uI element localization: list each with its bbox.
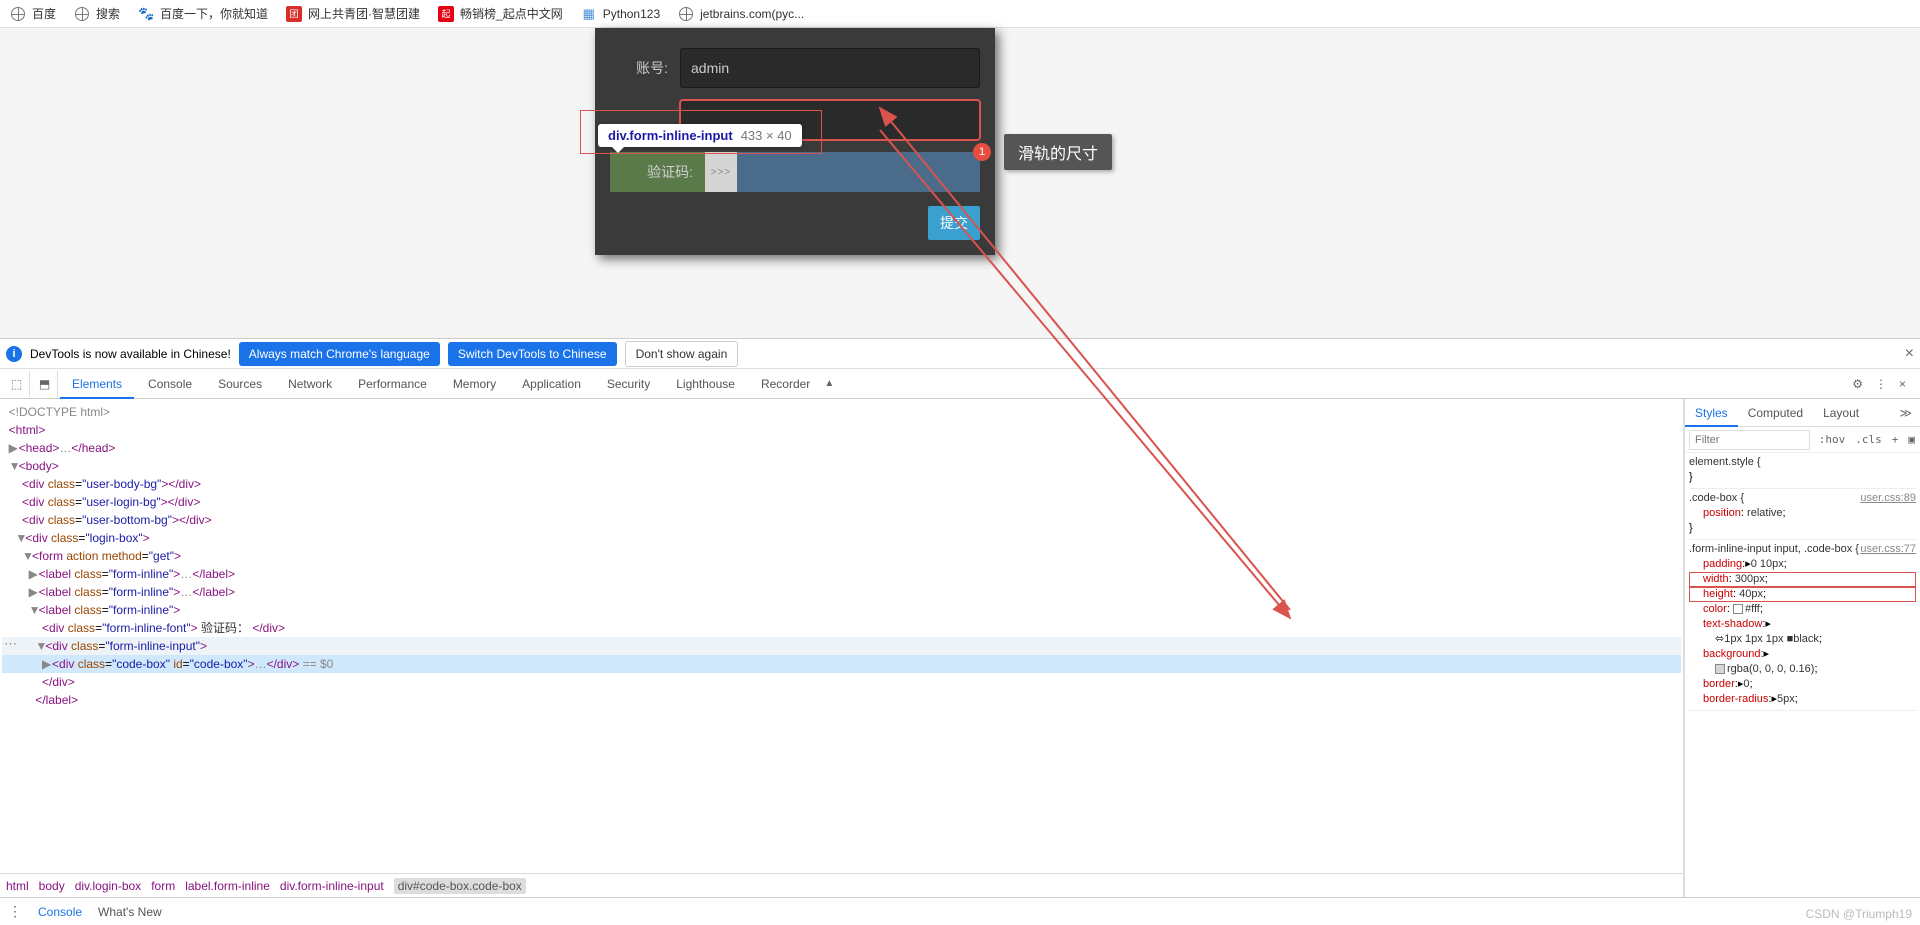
tab-layout[interactable]: Layout	[1813, 399, 1869, 427]
submit-row: 提交	[610, 206, 980, 240]
account-row: 账号:	[610, 48, 980, 88]
crumb[interactable]: label.form-inline	[185, 879, 270, 893]
captcha-label: 验证码:	[610, 162, 705, 182]
tab-performance[interactable]: Performance	[346, 369, 439, 399]
dom-breadcrumbs: html body div.login-box form label.form-…	[0, 873, 1683, 897]
annotation-badge: 1	[973, 143, 991, 161]
tab-styles[interactable]: Styles	[1685, 399, 1738, 427]
banner-text: DevTools is now available in Chinese!	[30, 347, 231, 361]
crumb[interactable]: html	[6, 879, 29, 893]
account-label: 账号:	[610, 58, 680, 78]
globe-icon	[10, 6, 26, 22]
tab-application[interactable]: Application	[510, 369, 593, 399]
bookmark-item[interactable]: 搜索	[74, 5, 120, 22]
crumb[interactable]: body	[39, 879, 65, 893]
rule-source[interactable]: user.css:77	[1860, 542, 1916, 557]
styles-tabs: Styles Computed Layout ≫	[1685, 399, 1920, 427]
tab-elements[interactable]: Elements	[60, 369, 134, 399]
device-icon[interactable]: ⬒	[32, 371, 58, 397]
switch-chinese-button[interactable]: Switch DevTools to Chinese	[448, 342, 617, 366]
tab-security[interactable]: Security	[595, 369, 662, 399]
drawer-tab-whatsnew[interactable]: What's New	[98, 905, 162, 919]
match-language-button[interactable]: Always match Chrome's language	[239, 342, 440, 366]
bookmark-item[interactable]: 🐾 百度一下，你就知道	[138, 5, 268, 22]
rule-selector: .form-inline-input input, .code-box {	[1689, 542, 1859, 557]
bookmark-item[interactable]: 起畅销榜_起点中文网	[438, 5, 563, 22]
settings-icon[interactable]: ⚙	[1852, 377, 1863, 391]
globe-icon	[678, 6, 694, 22]
dom-tree[interactable]: <!DOCTYPE html> <html> ▶<head>…</head> ▼…	[0, 399, 1683, 873]
bookmark-item[interactable]: 百度	[10, 5, 56, 22]
slider-track[interactable]: >>>	[705, 152, 980, 192]
account-input[interactable]	[680, 48, 980, 88]
tab-sources[interactable]: Sources	[206, 369, 274, 399]
tab-recorder[interactable]: Recorder	[749, 369, 822, 399]
bookmark-label: 百度	[32, 5, 56, 22]
devtools: i DevTools is now available in Chinese! …	[0, 338, 1920, 925]
devtools-tabs: ⬚ ⬒ Elements Console Sources Network Per…	[0, 369, 1920, 399]
bookmark-item[interactable]: 团网上共青团·智慧团建	[286, 5, 420, 22]
more-icon[interactable]: ⋮	[1875, 377, 1887, 391]
bookmark-label: 搜索	[96, 5, 120, 22]
devtools-drawer: ⋮ Console What's New	[0, 897, 1920, 925]
slider-handle[interactable]: >>>	[705, 152, 737, 192]
new-rule-icon[interactable]: +	[1887, 433, 1904, 446]
dont-show-button[interactable]: Don't show again	[625, 341, 739, 367]
submit-button[interactable]: 提交	[928, 206, 980, 240]
info-icon: i	[6, 346, 22, 362]
favicon-icon: 团	[286, 6, 302, 22]
styles-filter-input[interactable]	[1689, 430, 1810, 450]
devtools-body: <!DOCTYPE html> <html> ▶<head>…</head> ▼…	[0, 399, 1920, 897]
drawer-tab-console[interactable]: Console	[38, 905, 82, 919]
crumb-current[interactable]: div#code-box.code-box	[394, 878, 526, 894]
styles-panel: Styles Computed Layout ≫ :hov .cls + ▣ e…	[1684, 399, 1920, 897]
rule-source[interactable]: user.css:89	[1860, 491, 1916, 506]
crumb[interactable]: div.login-box	[75, 879, 141, 893]
bookmark-label: 百度一下，你就知道	[160, 5, 268, 22]
bookmark-label: 网上共青团·智慧团建	[308, 5, 420, 22]
inspect-icon[interactable]: ⬚	[4, 371, 30, 397]
dom-panel: <!DOCTYPE html> <html> ▶<head>…</head> ▼…	[0, 399, 1684, 897]
page-viewport: 账号: 验证码: >>> 提交 div.form-inline-input 433…	[0, 28, 1920, 338]
rule-selector: .code-box {	[1689, 491, 1744, 506]
tab-memory[interactable]: Memory	[441, 369, 508, 399]
devtools-banner: i DevTools is now available in Chinese! …	[0, 339, 1920, 369]
favicon-icon: ▦	[581, 6, 597, 22]
tab-network[interactable]: Network	[276, 369, 344, 399]
tab-lighthouse[interactable]: Lighthouse	[664, 369, 747, 399]
globe-icon	[74, 6, 90, 22]
bookmark-item[interactable]: jetbrains.com(pyc...	[678, 6, 804, 22]
close-icon[interactable]: ×	[1899, 377, 1906, 391]
baidu-icon: 🐾	[138, 6, 154, 22]
cls-button[interactable]: .cls	[1850, 433, 1887, 446]
styles-rules[interactable]: element.style { } .code-box {user.css:89…	[1685, 453, 1920, 897]
hov-button[interactable]: :hov	[1814, 433, 1851, 446]
more-tabs-icon[interactable]: ≫	[1891, 406, 1920, 420]
captcha-row: 验证码: >>>	[610, 152, 980, 192]
bookmark-item[interactable]: ▦ Python123	[581, 6, 660, 22]
crumb[interactable]: form	[151, 879, 175, 893]
gutter-dots-icon: ⋯	[4, 636, 18, 652]
inspect-tooltip: div.form-inline-input 433 × 40	[598, 124, 802, 147]
drawer-menu-icon[interactable]: ⋮	[8, 903, 22, 920]
annotation-label: 滑轨的尺寸	[1004, 134, 1112, 170]
favicon-icon: 起	[438, 6, 454, 22]
tab-computed[interactable]: Computed	[1738, 399, 1813, 427]
rule-selector: element.style {	[1689, 455, 1761, 470]
banner-close-icon[interactable]: ×	[1905, 345, 1914, 363]
bookmarks-bar: 百度 搜索 🐾百度一下，你就知道 团网上共青团·智慧团建 起畅销榜_起点中文网 …	[0, 0, 1920, 28]
box-model-icon[interactable]: ▣	[1903, 433, 1920, 446]
crumb[interactable]: div.form-inline-input	[280, 879, 384, 893]
watermark: CSDN @Triumph19	[1806, 907, 1912, 921]
bookmark-label: jetbrains.com(pyc...	[700, 7, 804, 21]
bookmark-label: Python123	[603, 7, 660, 21]
tab-console[interactable]: Console	[136, 369, 204, 399]
devtools-right-tools: ⚙ ⋮ ×	[1852, 377, 1916, 391]
tooltip-dims: 433 × 40	[741, 128, 792, 143]
styles-toolbar: :hov .cls + ▣	[1685, 427, 1920, 453]
bookmark-label: 畅销榜_起点中文网	[460, 5, 563, 22]
tooltip-selector: div.form-inline-input	[608, 128, 733, 143]
